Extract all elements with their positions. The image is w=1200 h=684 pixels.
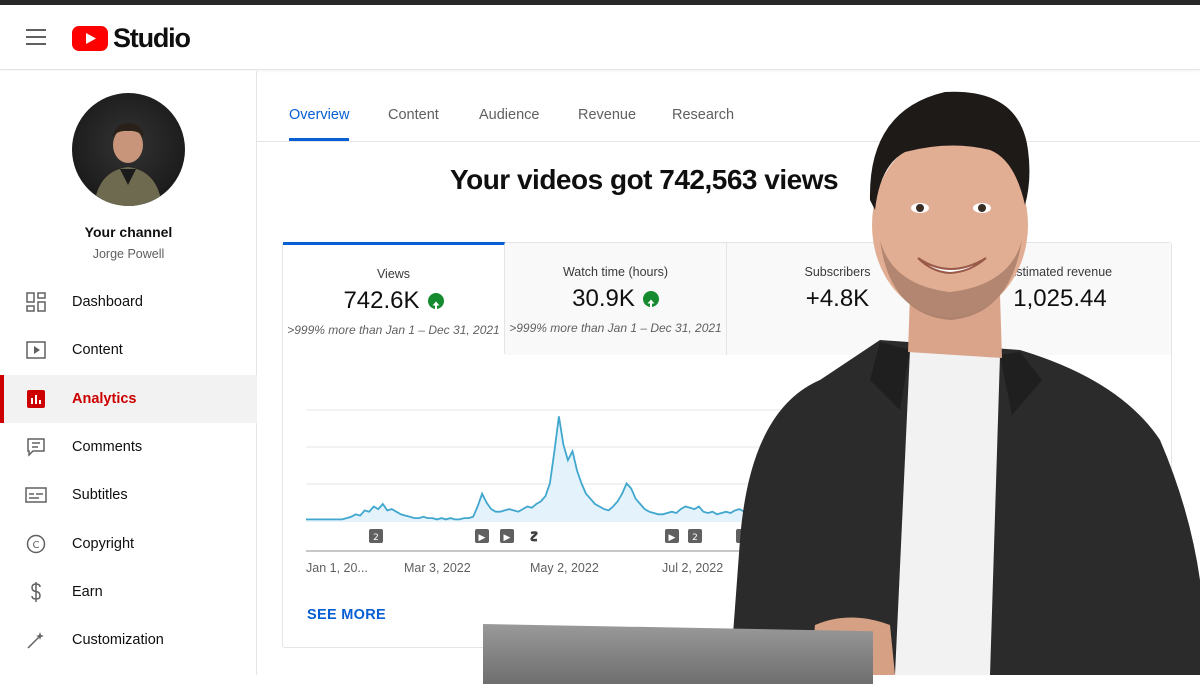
sidebar: Your channel Jorge Powell Dashboard Cont… <box>0 71 257 675</box>
active-tab-indicator <box>289 138 349 141</box>
tab-revenue[interactable]: Revenue <box>578 107 636 123</box>
comments-icon <box>25 436 47 458</box>
chart-x-tick-label: Jul 2, 2022 <box>662 561 723 575</box>
sidebar-item-label: Earn <box>72 583 103 600</box>
sidebar-item-earn[interactable]: Earn <box>0 568 257 616</box>
sidebar-item-label: Customization <box>72 632 164 649</box>
chart-event-marker[interactable]: 2 <box>688 529 702 543</box>
chart-event-marker[interactable]: ▶ <box>475 529 489 543</box>
menu-icon[interactable] <box>26 29 46 45</box>
sidebar-item-label: Copyright <box>72 535 135 552</box>
copyright-icon: C <box>25 533 47 555</box>
sidebar-item-label: Subtitles <box>72 487 128 504</box>
subtitles-icon <box>25 484 47 506</box>
see-more-link[interactable]: SEE MORE <box>307 607 386 623</box>
avatar[interactable] <box>72 93 185 206</box>
sidebar-item-label: Content <box>72 342 123 359</box>
sidebar-item-analytics[interactable]: Analytics <box>0 374 257 424</box>
metric-comparison: >999% more than Jan 1 – Dec 31, 2021 <box>509 321 722 335</box>
metric-value: 30.9K <box>572 285 635 312</box>
chart-event-marker[interactable]: ▶ <box>665 529 679 543</box>
presenter-photo <box>730 91 1200 675</box>
chart-event-marker[interactable] <box>527 529 541 543</box>
header: Studio <box>0 5 1200 70</box>
sidebar-item-comments[interactable]: Comments <box>0 423 257 471</box>
avatar-portrait <box>94 123 162 206</box>
tab-content[interactable]: Content <box>388 107 439 123</box>
sidebar-item-label: Analytics <box>72 390 137 407</box>
sidebar-item-label: Comments <box>72 439 143 456</box>
sidebar-item-dashboard[interactable]: Dashboard <box>0 278 257 326</box>
svg-text:C: C <box>33 540 40 551</box>
tab-overview[interactable]: Overview <box>289 107 349 123</box>
chart-x-tick-label: Jan 1, 20... <box>306 561 368 575</box>
channel-title: Your channel <box>84 224 173 240</box>
metric-views[interactable]: Views 742.6K >999% more than Jan 1 – Dec… <box>283 242 505 354</box>
dashboard-icon <box>25 291 47 313</box>
chart-marker-label: ▶ <box>479 533 486 543</box>
metric-watch-time[interactable]: Watch time (hours) 30.9K >999% more than… <box>505 243 727 355</box>
tab-audience[interactable]: Audience <box>479 107 539 123</box>
chart-event-marker[interactable]: 2 <box>369 529 383 543</box>
trend-up-icon <box>642 291 659 308</box>
chart-x-tick-label: May 2, 2022 <box>530 561 599 575</box>
chart-marker-label: ▶ <box>669 533 676 543</box>
metric-label: Views <box>376 267 411 281</box>
chart-marker-label: 2 <box>373 533 379 543</box>
channel-name: Jorge Powell <box>92 247 165 261</box>
analytics-icon <box>25 388 47 410</box>
metric-comparison: >999% more than Jan 1 – Dec 31, 2021 <box>287 323 500 337</box>
metric-label: Watch time (hours) <box>562 265 669 279</box>
metric-value: 742.6K <box>343 287 420 314</box>
metric-value-row: 742.6K <box>283 287 504 315</box>
logo-text: Studio <box>113 22 191 53</box>
sidebar-item-subtitles[interactable]: Subtitles <box>0 471 257 519</box>
sidebar-item-copyright[interactable]: C Copyright <box>0 519 257 567</box>
chart-marker-label: 2 <box>692 533 698 543</box>
sidebar-item-content[interactable]: Content <box>0 326 257 374</box>
customization-icon <box>25 629 47 651</box>
youtube-logo-icon <box>72 25 108 51</box>
content-icon <box>25 339 47 361</box>
chart-x-tick-label: Mar 3, 2022 <box>404 561 471 575</box>
trend-up-icon <box>427 293 444 310</box>
earn-icon <box>25 581 47 603</box>
sidebar-nav: Dashboard Content Analytics Comments Sub… <box>0 278 257 664</box>
sidebar-item-label: Dashboard <box>72 294 143 311</box>
laptop-photo <box>483 624 873 684</box>
sidebar-item-customization[interactable]: Customization <box>0 616 257 664</box>
chart-event-marker[interactable]: ▶ <box>500 529 514 543</box>
chart-marker-label: ▶ <box>504 533 511 543</box>
studio-logo[interactable]: Studio <box>72 22 191 53</box>
metric-value-row: 30.9K <box>505 285 726 313</box>
